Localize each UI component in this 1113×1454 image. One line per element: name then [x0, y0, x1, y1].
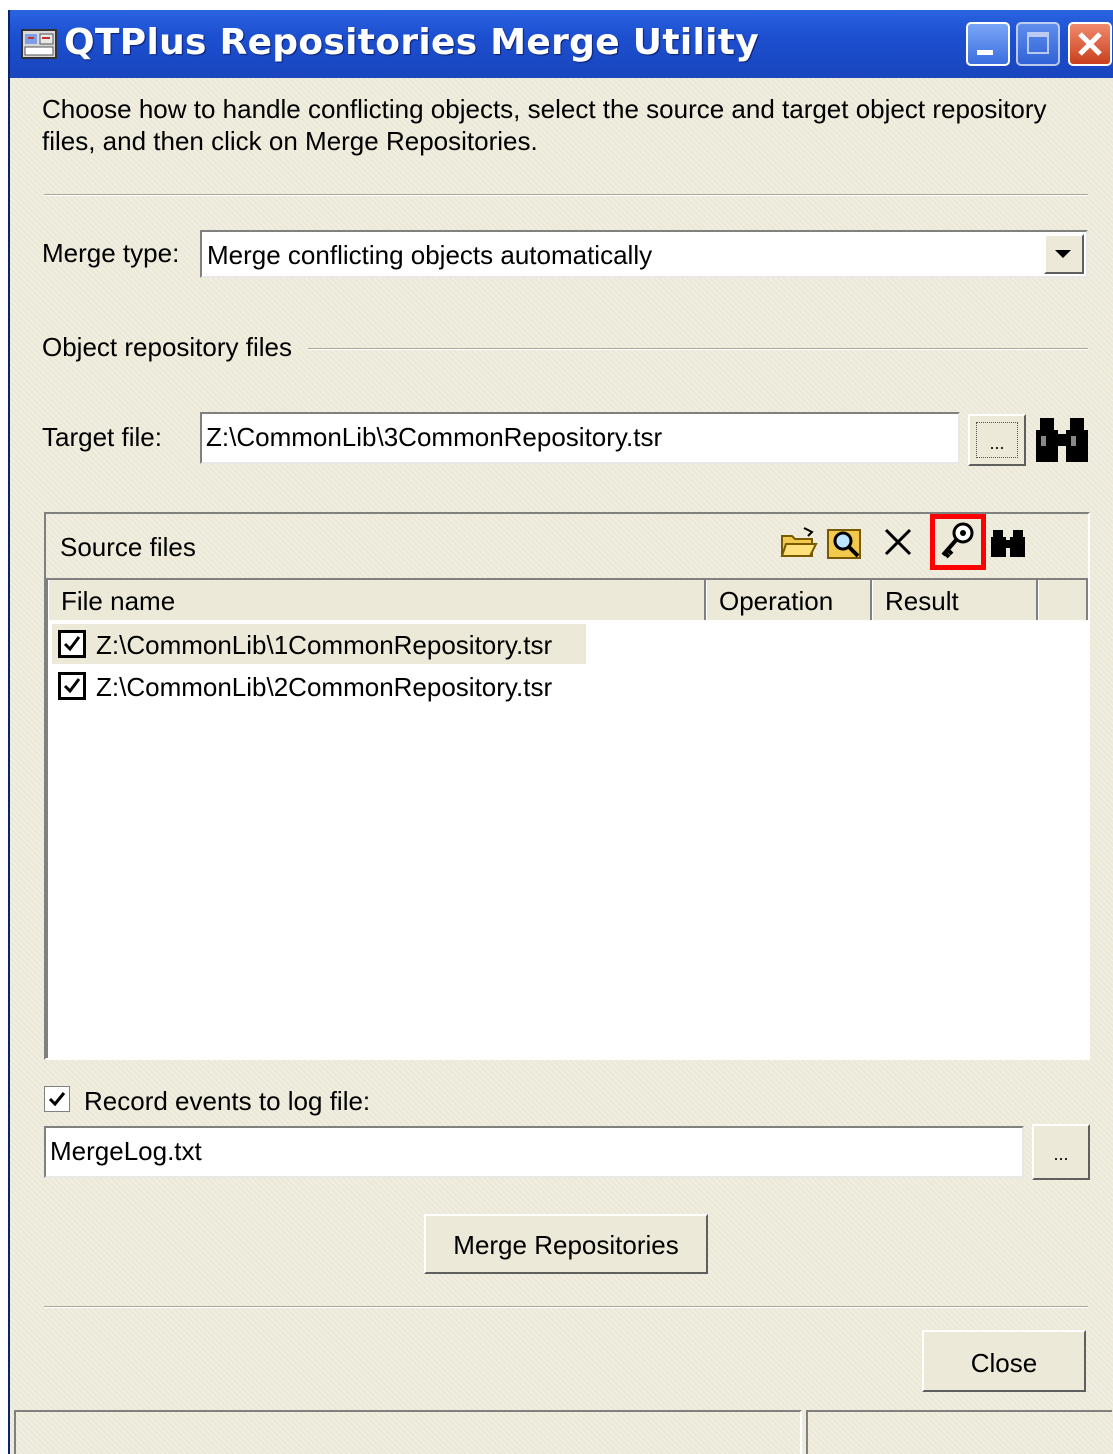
target-file-input[interactable]: Z:\CommonLib\3CommonRepository.tsr	[200, 412, 960, 464]
row-1-checkbox[interactable]	[58, 630, 86, 658]
app-icon	[21, 29, 57, 59]
object-repository-group-label: Object repository files	[42, 332, 292, 362]
intro-text-line-2: files, and then click on Merge Repositor…	[42, 126, 538, 156]
column-file-name[interactable]: File name	[48, 580, 706, 620]
binoculars-icon[interactable]	[1034, 414, 1092, 466]
row-2-checkbox[interactable]	[58, 672, 86, 700]
column-operation[interactable]: Operation	[706, 580, 872, 620]
delete-icon[interactable]	[878, 522, 920, 564]
column-filler	[1038, 580, 1088, 620]
column-result-label: Result	[885, 586, 959, 616]
merge-type-label: Merge type:	[42, 238, 180, 268]
binoculars-icon[interactable]	[988, 522, 1030, 564]
merge-utility-window: QTPlus Repositories Merge Utility Choose…	[8, 10, 1113, 1454]
target-file-value: Z:\CommonLib\3CommonRepository.tsr	[206, 422, 663, 452]
source-files-label: Source files	[60, 532, 196, 562]
record-events-checkbox[interactable]	[44, 1086, 70, 1112]
title-bar[interactable]: QTPlus Repositories Merge Utility	[10, 10, 1113, 78]
key-icon[interactable]	[930, 514, 986, 570]
minimize-icon[interactable]	[966, 22, 1010, 66]
log-file-input[interactable]: MergeLog.txt	[44, 1126, 1024, 1178]
group-divider	[308, 348, 1088, 350]
row-1-file-name: Z:\CommonLib\1CommonRepository.tsr	[96, 630, 553, 660]
divider	[44, 194, 1088, 196]
chevron-down-icon[interactable]	[1044, 234, 1084, 274]
column-file-name-label: File name	[61, 586, 176, 616]
status-bar-pane	[806, 1410, 1112, 1454]
target-file-label: Target file:	[42, 422, 162, 452]
log-file-value: MergeLog.txt	[50, 1136, 202, 1166]
open-folder-icon[interactable]	[778, 522, 820, 564]
close-button[interactable]: Close	[922, 1330, 1086, 1392]
merge-type-value: Merge conflicting objects automatically	[207, 240, 653, 270]
merge-repositories-button[interactable]: Merge Repositories	[424, 1214, 708, 1274]
record-events-label: Record events to log file:	[84, 1086, 371, 1116]
source-files-list[interactable]: File name Operation Result Z:\CommonLib\…	[46, 578, 1088, 1058]
row-2-file-name: Z:\CommonLib\2CommonRepository.tsr	[96, 672, 553, 702]
column-result[interactable]: Result	[872, 580, 1038, 620]
maximize-icon[interactable]	[1016, 22, 1060, 66]
close-icon[interactable]	[1068, 22, 1112, 66]
divider	[44, 1306, 1088, 1308]
target-browse-button[interactable]: ...	[968, 414, 1026, 466]
target-browse-label: ...	[976, 422, 1018, 458]
source-files-panel: Source files File name Operation Result …	[44, 512, 1090, 1060]
column-operation-label: Operation	[719, 586, 834, 616]
window-title: QTPlus Repositories Merge Utility	[64, 22, 760, 63]
intro-text-line-1: Choose how to handle conflicting objects…	[42, 94, 1047, 124]
search-folder-icon[interactable]	[824, 522, 866, 564]
status-bar-pane	[14, 1410, 802, 1454]
merge-type-dropdown[interactable]: Merge conflicting objects automatically	[200, 230, 1088, 278]
table-row[interactable]: Z:\CommonLib\2CommonRepository.tsr	[52, 666, 586, 706]
table-row[interactable]: Z:\CommonLib\1CommonRepository.tsr	[52, 624, 586, 664]
log-browse-button[interactable]: ...	[1032, 1124, 1090, 1180]
